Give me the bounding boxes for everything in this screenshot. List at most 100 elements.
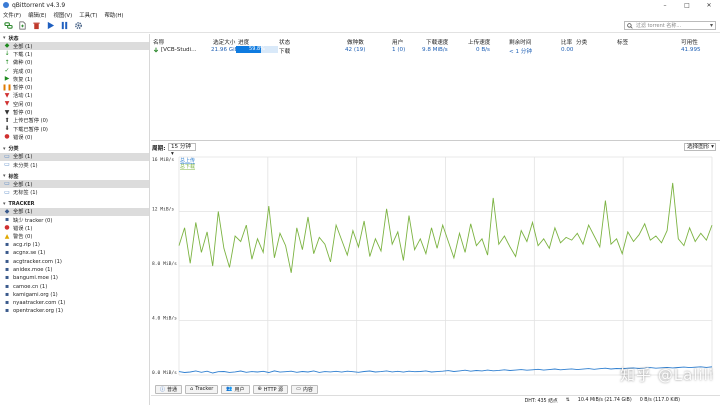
sidebar-item[interactable]: ◆ 全部 (1) xyxy=(0,207,149,217)
tab-content[interactable]: ▭ 内容 xyxy=(291,384,318,394)
title-bar: qBittorrent v4.3.9 – □ ✕ xyxy=(0,0,720,10)
watermark: 知乎 @Lalili xyxy=(620,366,714,384)
progress-bar: 59.8% xyxy=(236,46,278,53)
menu-help[interactable]: 帮助(H) xyxy=(104,11,123,19)
col-header-seeds[interactable]: 做种数 xyxy=(347,38,364,46)
sidebar-item[interactable]: ▪ acgtracker.com (1) xyxy=(0,258,149,266)
sidebar-item-label: anidex.moe (1) xyxy=(13,266,53,273)
sidebar-item[interactable]: ▼ 空闲 (0) xyxy=(0,100,149,108)
down-speed-status[interactable]: 10.4 MiB/s (21.74 GiB) xyxy=(578,398,632,403)
menu-view[interactable]: 视图(V) xyxy=(54,11,73,19)
menu-edit[interactable]: 编辑(E) xyxy=(28,11,46,19)
sidebar-item-label: bangumi.moe (1) xyxy=(13,275,58,282)
col-header-name[interactable]: 名称 xyxy=(153,38,164,46)
pause-button[interactable] xyxy=(59,20,70,31)
sidebar-item-label: acgtracker.com (1) xyxy=(13,258,62,265)
sidebar-item[interactable]: ▲ 警告 (0) xyxy=(0,233,149,241)
sidebar-item[interactable]: ▼ 暂停 (0) xyxy=(0,108,149,116)
sidebar-item[interactable]: ▭ 未分类 (1) xyxy=(0,161,149,169)
col-header-up[interactable]: 上传速度 xyxy=(468,38,490,46)
minimize-button[interactable]: – xyxy=(654,0,676,10)
sidebar-item-label: 做种 (0) xyxy=(13,60,33,67)
period-label: 周期: xyxy=(152,146,166,152)
sidebar-item[interactable]: ▭ 全部 (1) xyxy=(0,180,149,189)
sidebar-item[interactable]: ● 错误 (0) xyxy=(0,133,149,141)
sidebar-item[interactable]: ▭ 全部 (1) xyxy=(0,152,149,161)
gear-icon xyxy=(75,22,82,29)
sidebar-item[interactable]: ▼ 活动 (1) xyxy=(0,92,149,100)
sidebar-item[interactable]: ▪ acg.rip (1) xyxy=(0,241,149,249)
torrent-size: 21.96 GiB xyxy=(211,47,239,53)
tracker-section-header[interactable]: ▾ TRACKER xyxy=(0,200,149,208)
sidebar-item[interactable]: ▪ camoe.cn (1) xyxy=(0,282,149,290)
sidebar-item[interactable]: ↑ 做种 (0) xyxy=(0,59,149,67)
tags-section-header[interactable]: ▾ 标签 xyxy=(0,172,149,180)
sidebar-item[interactable]: ▪ acgnx.se (1) xyxy=(0,249,149,257)
sidebar-item[interactable]: ▪ 缺少 tracker (0) xyxy=(0,216,149,224)
globe-icon: ⊕ xyxy=(257,386,262,392)
sidebar-item-label: 全部 (1) xyxy=(13,181,33,188)
sidebar-item[interactable]: ▪ kamigami.org (1) xyxy=(0,291,149,299)
window-title: qBittorrent v4.3.9 xyxy=(12,1,66,9)
tab-tracker[interactable]: ⌂ Tracker xyxy=(185,384,219,394)
menu-bar: 文件(F) 编辑(E) 视图(V) 工具(T) 帮助(H) xyxy=(0,10,720,19)
maximize-button[interactable]: □ xyxy=(676,0,698,10)
sidebar-item[interactable]: ▪ opentracker.org (1) xyxy=(0,307,149,315)
torrent-name: [VCB-Studi... xyxy=(161,47,197,53)
close-button[interactable]: ✕ xyxy=(698,0,720,10)
play-icon: ▶ xyxy=(4,75,10,83)
torrent-row[interactable]: [VCB-Studi... 21.96 GiB 59.8% 下载 42 (19)… xyxy=(151,46,720,55)
search-input[interactable]: 过滤 torrent 名称... xyxy=(636,22,681,29)
pause-icon: ❚❚ xyxy=(1,83,13,91)
search-box[interactable]: 过滤 torrent 名称... ▾ xyxy=(624,21,716,30)
delete-button[interactable] xyxy=(31,20,42,31)
select-graph-button[interactable]: 选择图形 ▾ xyxy=(684,143,716,151)
torrent-down-speed: 9.8 MiB/s xyxy=(422,47,448,53)
torrent-availability: 41.995 xyxy=(681,47,701,53)
sidebar-item[interactable]: ▭ 无标签 (1) xyxy=(0,188,149,196)
sidebar-item[interactable]: ◆ 全部 (1) xyxy=(0,42,149,51)
info-icon: ⓘ xyxy=(160,386,166,393)
options-button[interactable] xyxy=(73,20,84,31)
col-header-peers[interactable]: 用户 xyxy=(392,38,403,46)
sidebar-item[interactable]: ▶ 恢复 (1) xyxy=(0,75,149,83)
sidebar-item[interactable]: ● 错误 (1) xyxy=(0,224,149,232)
col-header-progress[interactable]: 进度 xyxy=(238,38,249,46)
sidebar-item[interactable]: ▪ nyaatracker.com (1) xyxy=(0,299,149,307)
resume-button[interactable] xyxy=(45,20,56,31)
collapse-icon: ▾ xyxy=(3,200,6,207)
menu-file[interactable]: 文件(F) xyxy=(3,11,21,19)
collapse-icon: ▾ xyxy=(3,145,6,152)
col-header-tags[interactable]: 标签 xyxy=(617,38,628,46)
sidebar-item-label: 恢复 (1) xyxy=(13,76,33,83)
category-section-header[interactable]: ▾ 分类 xyxy=(0,145,149,153)
col-header-category[interactable]: 分类 xyxy=(576,38,587,46)
sidebar-item-label: 全部 (1) xyxy=(13,43,33,50)
sidebar-item[interactable]: ▪ bangumi.moe (1) xyxy=(0,274,149,282)
sidebar-item[interactable]: ▪ anidex.moe (1) xyxy=(0,266,149,274)
tab-http-sources[interactable]: ⊕ HTTP 源 xyxy=(252,384,289,394)
col-header-eta[interactable]: 剩余时间 xyxy=(509,38,531,46)
add-link-button[interactable] xyxy=(3,20,14,31)
status-section-header[interactable]: ▾ 状态 xyxy=(0,34,149,42)
sidebar-item[interactable]: ⬇ 下载已暂停 (0) xyxy=(0,125,149,133)
col-header-size[interactable]: 选定大小 xyxy=(213,38,235,46)
col-header-availability[interactable]: 可用性 xyxy=(681,38,698,46)
col-header-status[interactable]: 状态 xyxy=(279,38,290,46)
sidebar-item[interactable]: ↓ 下载 (1) xyxy=(0,50,149,58)
up-speed-status[interactable]: 0 B/s (117.0 KiB) xyxy=(640,398,680,403)
period-select[interactable]: 15 分钟 ▾ xyxy=(168,143,196,157)
sidebar-item[interactable]: ✓ 完成 (0) xyxy=(0,67,149,75)
sidebar-item[interactable]: ⬆ 上传已暂停 (0) xyxy=(0,117,149,125)
add-torrent-button[interactable] xyxy=(17,20,28,31)
col-header-ratio[interactable]: 比率 xyxy=(561,38,572,46)
torrent-status: 下载 xyxy=(279,49,291,55)
sidebar-item[interactable]: ❚❚ 暂停 (0) xyxy=(0,83,149,91)
tab-general[interactable]: ⓘ 普通 xyxy=(155,384,183,394)
tab-peers[interactable]: 👥 用户 xyxy=(221,384,250,394)
menu-tools[interactable]: 工具(T) xyxy=(79,11,97,19)
col-header-down[interactable]: 下载速度 xyxy=(426,38,448,46)
sidebar-item-label: 全部 (1) xyxy=(13,154,33,161)
sidebar-item-label: nyaatracker.com (1) xyxy=(13,300,66,307)
search-filter-icon[interactable]: ▾ xyxy=(710,22,713,29)
